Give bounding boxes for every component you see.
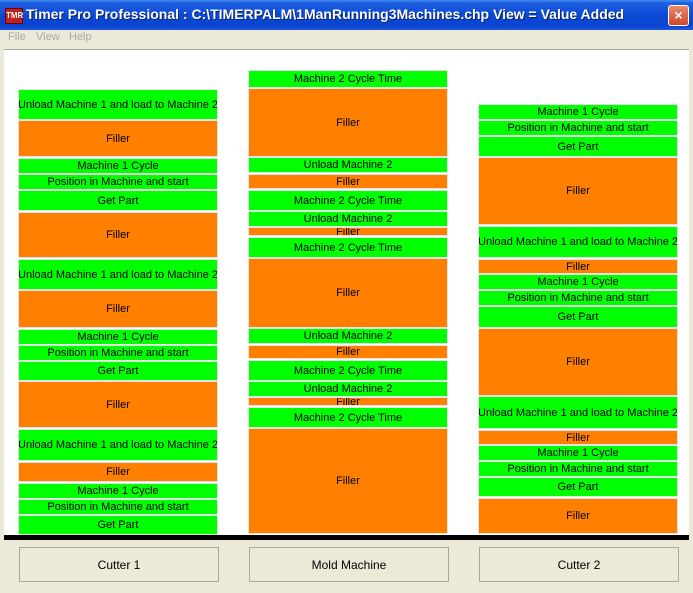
task-block[interactable]: Get Part	[18, 361, 218, 381]
task-block[interactable]: Unload Machine 1 and load to Machine 2	[18, 89, 218, 120]
app-icon[interactable]: TMR	[5, 8, 23, 24]
column-label-mold-machine[interactable]: Mold Machine	[249, 547, 449, 582]
task-block[interactable]: Unload Machine 2	[248, 328, 448, 344]
column-label-cutter-1[interactable]: Cutter 1	[19, 547, 219, 582]
task-block[interactable]: Position in Machine and start	[18, 345, 218, 361]
task-block[interactable]: Position in Machine and start	[478, 120, 678, 136]
task-block[interactable]: Position in Machine and start	[18, 174, 218, 190]
task-block[interactable]: Get Part	[478, 477, 678, 497]
task-block[interactable]: Get Part	[478, 136, 678, 157]
filler-block[interactable]: Filler	[478, 157, 678, 225]
task-block[interactable]: Get Part	[478, 306, 678, 328]
task-block[interactable]: Machine 1 Cycle	[18, 483, 218, 499]
task-block[interactable]: Unload Machine 1 and load to Machine 2	[478, 396, 678, 429]
task-block[interactable]: Machine 1 Cycle	[478, 104, 678, 120]
filler-block[interactable]: Filler	[18, 290, 218, 328]
title-bar[interactable]: TMR Timer Pro Professional : C:\TIMERPAL…	[0, 0, 693, 30]
task-block[interactable]: Machine 2 Cycle Time	[248, 360, 448, 381]
filler-block[interactable]: Filler	[478, 430, 678, 445]
app-icon-text: TMR	[6, 11, 24, 20]
close-button[interactable]: ×	[668, 5, 689, 26]
task-block[interactable]: Get Part	[18, 515, 218, 535]
filler-block[interactable]: Filler	[248, 227, 448, 236]
task-block[interactable]: Position in Machine and start	[478, 290, 678, 306]
filler-block[interactable]: Filler	[478, 259, 678, 274]
filler-block[interactable]: Filler	[248, 174, 448, 189]
filler-block[interactable]: Filler	[248, 428, 448, 534]
menu-help[interactable]: Help	[69, 31, 92, 43]
menu-file[interactable]: File	[8, 31, 26, 43]
filler-block[interactable]: Filler	[478, 328, 678, 396]
filler-block[interactable]: Filler	[248, 397, 448, 406]
task-block[interactable]: Unload Machine 1 and load to Machine 2	[18, 259, 218, 290]
filler-block[interactable]: Filler	[248, 88, 448, 157]
task-block[interactable]: Unload Machine 1 and load to Machine 2	[478, 226, 678, 258]
filler-block[interactable]: Filler	[248, 345, 448, 359]
menu-view[interactable]: View	[36, 31, 60, 43]
app-window: TMR Timer Pro Professional : C:\TIMERPAL…	[0, 0, 693, 593]
task-block[interactable]: Machine 1 Cycle	[478, 274, 678, 290]
filler-block[interactable]: Filler	[18, 462, 218, 482]
filler-block[interactable]: Filler	[248, 258, 448, 328]
task-block[interactable]: Unload Machine 2	[248, 381, 448, 397]
task-block[interactable]: Machine 2 Cycle Time	[248, 70, 448, 88]
task-block[interactable]: Machine 1 Cycle	[18, 329, 218, 345]
column-label-cutter-2[interactable]: Cutter 2	[479, 547, 679, 582]
task-block[interactable]: Machine 2 Cycle Time	[248, 237, 448, 258]
task-block[interactable]: Machine 1 Cycle	[478, 445, 678, 461]
task-block[interactable]: Unload Machine 1 and load to Machine 2	[18, 429, 218, 461]
column-labels: Cutter 1 Mold Machine Cutter 2	[4, 540, 689, 590]
task-block[interactable]: Unload Machine 2	[248, 157, 448, 173]
filler-block[interactable]: Filler	[18, 381, 218, 428]
task-block[interactable]: Position in Machine and start	[18, 499, 218, 515]
timeline-area: Unload Machine 1 and load to Machine 2 Fi…	[4, 49, 689, 536]
task-block[interactable]: Position in Machine and start	[478, 461, 678, 477]
filler-block[interactable]: Filler	[18, 120, 218, 157]
close-icon: ×	[674, 7, 683, 23]
filler-block[interactable]: Filler	[18, 212, 218, 258]
task-block[interactable]: Get Part	[18, 190, 218, 211]
filler-block[interactable]: Filler	[478, 498, 678, 534]
window-title: Timer Pro Professional : C:\TIMERPALM\1M…	[26, 6, 625, 22]
menu-bar: File View Help	[0, 30, 693, 48]
task-block[interactable]: Unload Machine 2	[248, 211, 448, 227]
task-block[interactable]: Machine 2 Cycle Time	[248, 190, 448, 211]
task-block[interactable]: Machine 1 Cycle	[18, 158, 218, 174]
task-block[interactable]: Machine 2 Cycle Time	[248, 407, 448, 428]
